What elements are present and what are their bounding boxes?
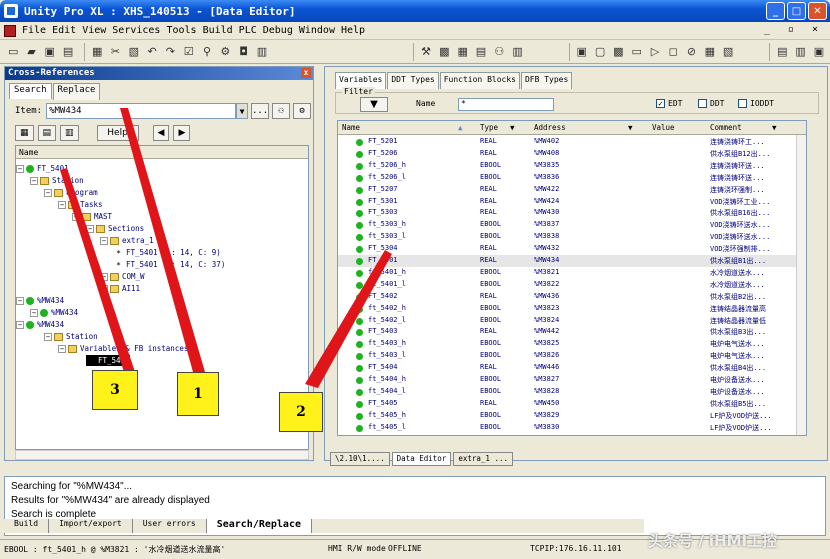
- callout-3: 3: [92, 370, 138, 410]
- arrow-3: [60, 168, 135, 372]
- callout-2: 2: [279, 392, 323, 432]
- annotation-arrows: [60, 108, 392, 388]
- app-window: Unity Pro XL : XHS_140513 - [Data Editor…: [0, 0, 830, 559]
- arrow-1: [120, 108, 205, 372]
- arrow-2: [305, 250, 392, 388]
- watermark: 头条号 / iHMI工控: [648, 532, 778, 550]
- callout-1: 1: [177, 372, 219, 416]
